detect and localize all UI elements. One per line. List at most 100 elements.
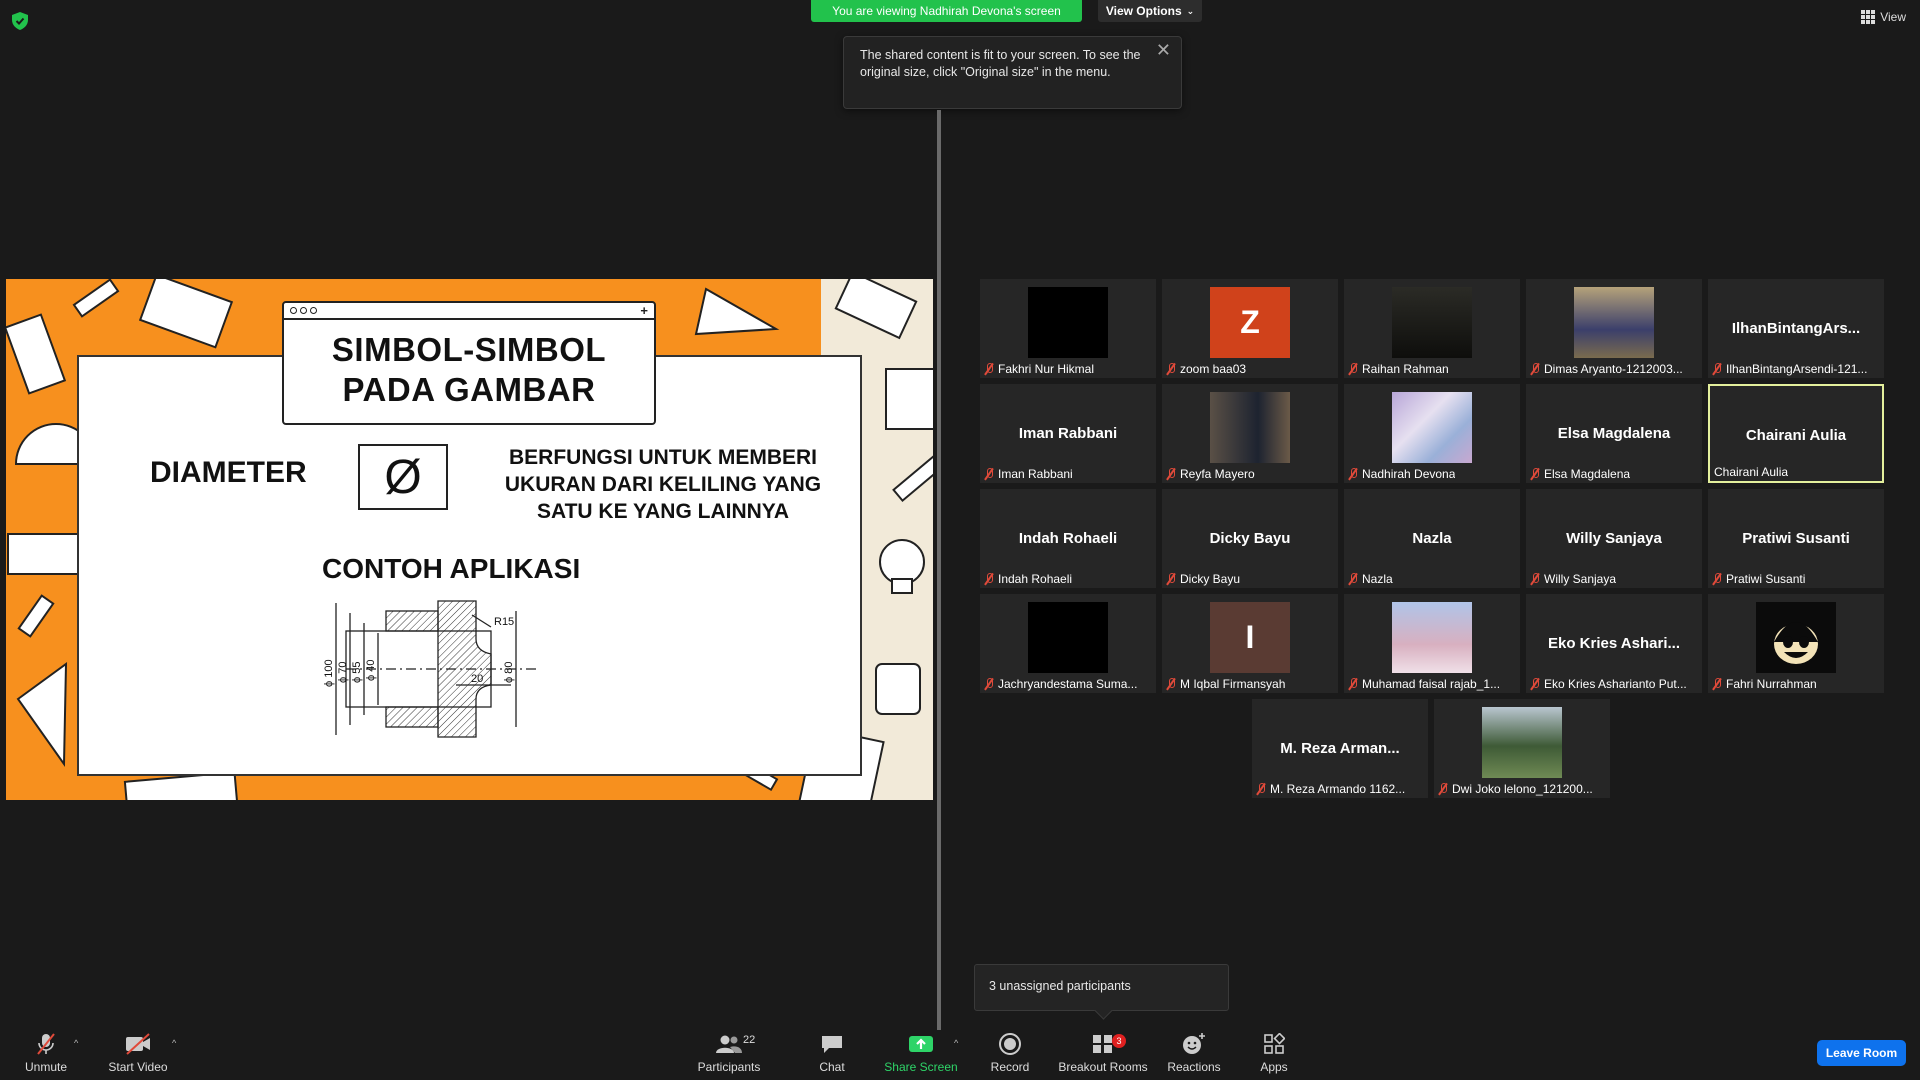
- cartoon-face-icon: [1774, 622, 1818, 664]
- dim-length-20: 20: [471, 673, 483, 685]
- mic-muted-icon: [1348, 573, 1358, 585]
- participant-tile[interactable]: Nazla Nazla: [1344, 489, 1520, 588]
- breakout-rooms-badge: 3: [1112, 1034, 1126, 1048]
- example-title: CONTOH APLIKASI: [322, 553, 581, 584]
- dim-d40: ϕ 40: [365, 660, 377, 681]
- participant-name: Willy Sanjaya: [1544, 572, 1617, 586]
- participant-name: Jachryandestama Suma...: [998, 677, 1138, 691]
- unmute-button[interactable]: Unmute: [20, 1030, 72, 1080]
- participant-name-label: Willy Sanjaya: [1530, 572, 1698, 586]
- start-video-button[interactable]: Start Video: [106, 1030, 170, 1080]
- participant-video: [1574, 287, 1654, 358]
- participant-display-name: Eko Kries Ashari...: [1548, 635, 1680, 652]
- share-options-caret-icon[interactable]: ^: [954, 1038, 958, 1048]
- view-options-button[interactable]: View Options ⌄: [1098, 0, 1202, 22]
- participant-name: Fahri Nurrahman: [1726, 677, 1817, 691]
- participant-tile[interactable]: Jachryandestama Suma...: [980, 594, 1156, 693]
- participant-name-label: Nadhirah Devona: [1348, 467, 1516, 481]
- participant-avatar: I: [1210, 602, 1290, 673]
- dim-d80: ϕ 80: [503, 662, 515, 683]
- participant-video: [1028, 602, 1108, 673]
- participant-name: IlhanBintangArsendi-121...: [1726, 362, 1868, 376]
- view-label: View: [1880, 10, 1906, 24]
- mic-muted-icon: [984, 363, 994, 375]
- mic-muted-icon: [984, 573, 994, 585]
- participants-icon: [716, 1035, 742, 1053]
- security-shield-icon[interactable]: [12, 12, 28, 30]
- participant-tile[interactable]: I M Iqbal Firmansyah: [1162, 594, 1338, 693]
- participant-name-label: Fakhri Nur Hikmal: [984, 362, 1152, 376]
- participant-tile[interactable]: Dicky Bayu Dicky Bayu: [1162, 489, 1338, 588]
- share-screen-button[interactable]: Share Screen: [882, 1030, 960, 1080]
- participant-tile[interactable]: Muhamad faisal rajab_1...: [1344, 594, 1520, 693]
- participant-tile[interactable]: Reyfa Mayero: [1162, 384, 1338, 483]
- participant-name-label: M Iqbal Firmansyah: [1166, 677, 1334, 691]
- apps-button[interactable]: Apps: [1252, 1030, 1296, 1080]
- participant-tile[interactable]: Dwi Joko lelono_121200...: [1434, 699, 1610, 798]
- tooltip-text: The shared content is fit to your screen…: [860, 48, 1141, 79]
- participant-name: Reyfa Mayero: [1180, 467, 1255, 481]
- participant-tile[interactable]: Nadhirah Devona: [1344, 384, 1520, 483]
- share-screen-icon: [909, 1036, 933, 1052]
- participant-name-label: Reyfa Mayero: [1166, 467, 1334, 481]
- chevron-down-icon: ⌄: [1186, 5, 1195, 16]
- split-view-divider[interactable]: [937, 110, 941, 1030]
- mic-muted-icon: [1348, 678, 1358, 690]
- diameter-term: DIAMETER: [150, 456, 307, 489]
- dim-d55: ϕ 55: [351, 662, 363, 683]
- record-button[interactable]: Record: [986, 1030, 1034, 1080]
- participant-tile[interactable]: Fahri Nurrahman: [1708, 594, 1884, 693]
- participant-name: Fakhri Nur Hikmal: [998, 362, 1095, 376]
- close-icon[interactable]: ✕: [1156, 41, 1171, 59]
- participant-name-label: Nazla: [1348, 572, 1516, 586]
- unmute-label: Unmute: [24, 1060, 68, 1074]
- participant-name-label: Pratiwi Susanti: [1712, 572, 1880, 586]
- breakout-rooms-label: Breakout Rooms: [1058, 1060, 1148, 1074]
- participant-name-label: Elsa Magdalena: [1530, 467, 1698, 481]
- participant-tile[interactable]: Iman Rabbani Iman Rabbani: [980, 384, 1156, 483]
- participant-video: [1756, 602, 1836, 673]
- participant-tile[interactable]: Willy Sanjaya Willy Sanjaya: [1526, 489, 1702, 588]
- view-layout-button[interactable]: View: [1861, 10, 1906, 24]
- mic-muted-icon: [1712, 573, 1722, 585]
- participant-name-label: Muhamad faisal rajab_1...: [1348, 677, 1516, 691]
- participant-display-name: Pratiwi Susanti: [1742, 530, 1850, 547]
- participant-tile[interactable]: Fakhri Nur Hikmal: [980, 279, 1156, 378]
- video-options-caret-icon[interactable]: ^: [172, 1038, 176, 1048]
- participant-tile[interactable]: Dimas Aryanto-1212003...: [1526, 279, 1702, 378]
- reactions-button[interactable]: Reactions: [1166, 1030, 1222, 1080]
- mic-muted-icon: [1348, 363, 1358, 375]
- participant-tile[interactable]: Pratiwi Susanti Pratiwi Susanti: [1708, 489, 1884, 588]
- participant-name-label: Dwi Joko lelono_121200...: [1438, 782, 1606, 796]
- participant-tile[interactable]: M. Reza Arman... M. Reza Armando 1162...: [1252, 699, 1428, 798]
- breakout-rooms-button[interactable]: Breakout Rooms: [1056, 1030, 1150, 1080]
- participant-tile[interactable]: Indah Rohaeli Indah Rohaeli: [980, 489, 1156, 588]
- participant-name: Nazla: [1362, 572, 1393, 586]
- participant-name-label: Indah Rohaeli: [984, 572, 1152, 586]
- participant-name-label: Jachryandestama Suma...: [984, 677, 1152, 691]
- desc-line3: SATU KE YANG LAINNYA: [536, 500, 790, 523]
- participant-tile[interactable]: Chairani Aulia Chairani Aulia: [1708, 384, 1884, 483]
- participant-video: [1028, 287, 1108, 358]
- chat-icon: [822, 1036, 842, 1053]
- slide-title: SIMBOL-SIMBOL PADA GAMBAR: [284, 320, 654, 410]
- participant-tile[interactable]: Eko Kries Ashari... Eko Kries Asharianto …: [1526, 594, 1702, 693]
- mic-muted-icon: [1166, 678, 1176, 690]
- chat-button[interactable]: Chat: [810, 1030, 854, 1080]
- participant-name: Dimas Aryanto-1212003...: [1544, 362, 1683, 376]
- participant-tile[interactable]: Zzoom baa03: [1162, 279, 1338, 378]
- participant-tile[interactable]: Raihan Rahman: [1344, 279, 1520, 378]
- audio-options-caret-icon[interactable]: ^: [74, 1038, 78, 1048]
- unassigned-participants-popup[interactable]: 3 unassigned participants: [974, 964, 1229, 1011]
- mic-muted-icon: [1348, 468, 1358, 480]
- participant-name-label: Fahri Nurrahman: [1712, 677, 1880, 691]
- participants-count: 22: [743, 1034, 756, 1046]
- participant-name: Iman Rabbani: [998, 467, 1073, 481]
- leave-room-button[interactable]: Leave Room: [1817, 1040, 1906, 1066]
- participant-tile[interactable]: Elsa Magdalena Elsa Magdalena: [1526, 384, 1702, 483]
- participant-tile[interactable]: IlhanBintangArs... IlhanBintangArsendi-12…: [1708, 279, 1884, 378]
- participant-name: zoom baa03: [1180, 362, 1247, 376]
- participant-display-name: IlhanBintangArs...: [1731, 320, 1861, 337]
- gallery-grid-icon: [1861, 10, 1876, 24]
- participant-name: Dwi Joko lelono_121200...: [1452, 782, 1593, 796]
